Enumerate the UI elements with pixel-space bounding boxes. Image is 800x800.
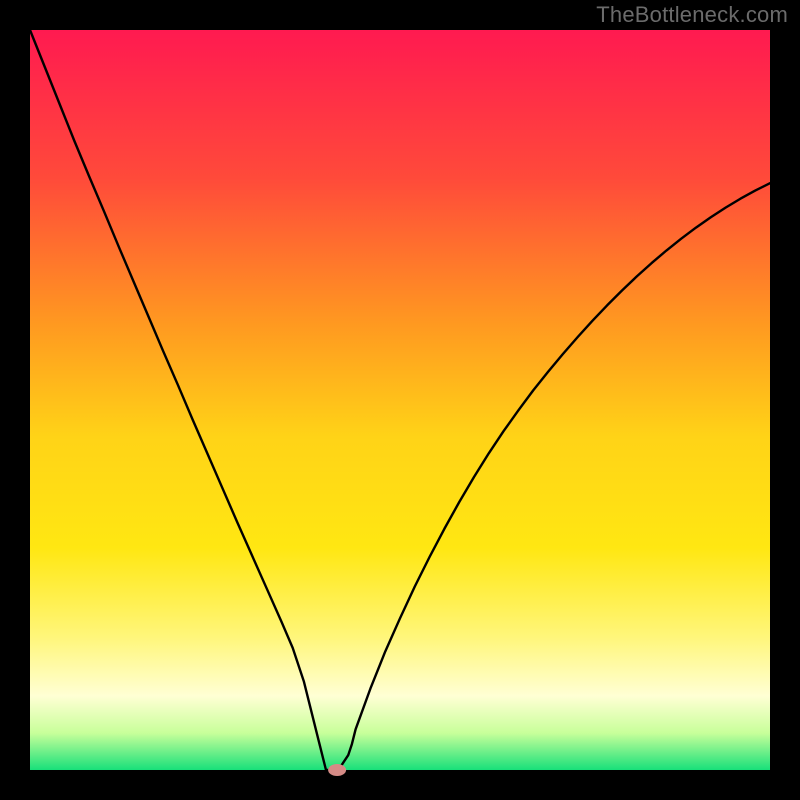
watermark-text: TheBottleneck.com — [596, 2, 788, 28]
optimal-point-marker — [328, 764, 346, 776]
plot-background — [30, 30, 770, 770]
bottleneck-chart — [0, 0, 800, 800]
chart-container: TheBottleneck.com — [0, 0, 800, 800]
